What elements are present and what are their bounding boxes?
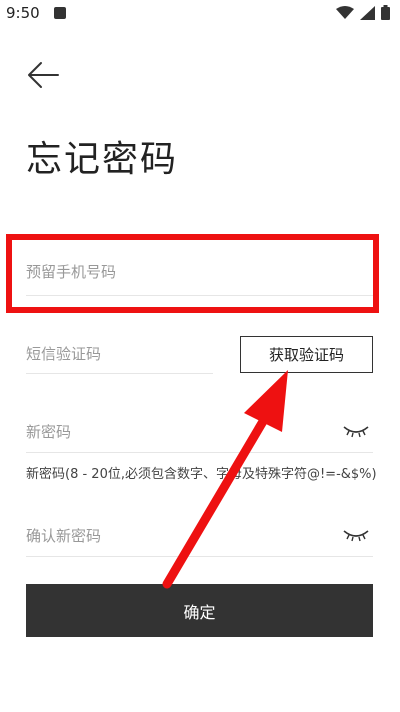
password-hint: 新密码(8 - 20位,必须包含数字、字母及特殊字符@!=-&$%) xyxy=(26,467,377,482)
get-code-button[interactable]: 获取验证码 xyxy=(240,336,373,373)
eye-closed-icon[interactable] xyxy=(343,528,369,542)
highlight-box xyxy=(6,234,379,313)
new-password-field xyxy=(26,422,373,453)
system-icons xyxy=(336,5,390,20)
new-password-input[interactable] xyxy=(26,423,373,441)
status-time: 9:50 xyxy=(6,4,40,22)
back-arrow-icon[interactable] xyxy=(26,60,60,90)
wifi-icon xyxy=(336,5,354,19)
confirm-password-field xyxy=(26,526,373,557)
page-title: 忘记密码 xyxy=(26,139,179,180)
signal-icon xyxy=(360,5,375,20)
confirm-password-input[interactable] xyxy=(26,527,373,545)
battery-icon xyxy=(381,5,390,20)
sms-code-input[interactable] xyxy=(26,345,213,363)
status-bar: 9:50 xyxy=(0,0,400,28)
eye-closed-icon[interactable] xyxy=(343,424,369,438)
notification-icon xyxy=(54,7,66,19)
confirm-button[interactable]: 确定 xyxy=(26,584,373,637)
sms-code-field xyxy=(26,344,213,374)
